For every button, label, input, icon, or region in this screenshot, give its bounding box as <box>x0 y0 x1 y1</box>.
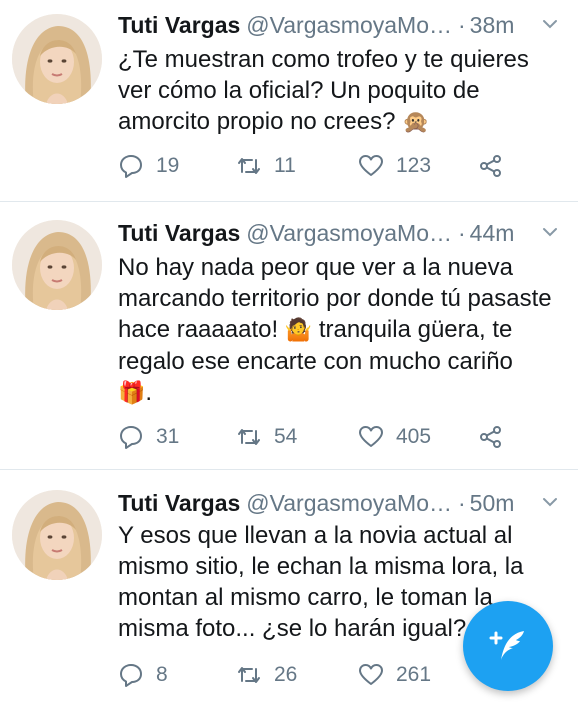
tweet[interactable]: Tuti Vargas @VargasmoyaMo… · 38m ¿Te mue… <box>0 0 578 202</box>
gift-emoji-icon: 🎁 <box>118 381 146 406</box>
timestamp[interactable]: 38m <box>470 12 515 39</box>
retweet-button[interactable]: 54 <box>236 424 297 450</box>
reply-icon <box>120 664 142 687</box>
author-handle[interactable]: @VargasmoyaMo… <box>246 12 452 39</box>
separator: · <box>458 489 466 516</box>
retweet-count: 26 <box>274 663 298 686</box>
reply-icon <box>120 155 142 178</box>
chevron-down-icon[interactable] <box>540 14 560 34</box>
separator: · <box>458 219 466 246</box>
text-line: amorcito propio no crees? 🙊 <box>118 106 560 138</box>
share-icon <box>480 155 501 177</box>
reply-icon <box>120 426 142 449</box>
shrug-emoji-icon: 🤷 <box>284 318 313 343</box>
heart-icon <box>359 426 383 447</box>
text-line: regalo ese encarte con mucho cariño <box>118 348 513 375</box>
chevron-down-icon[interactable] <box>540 222 560 242</box>
tweet-header: Tuti Vargas @VargasmoyaMo… · 50m <box>118 488 562 518</box>
retweet-icon <box>238 667 260 683</box>
share-icon <box>480 426 501 448</box>
compose-tweet-button[interactable] <box>463 601 553 691</box>
text-segment: hace raaaaato! <box>118 316 279 343</box>
chevron-down-icon[interactable] <box>540 492 560 512</box>
text-line: ver cómo la oficial? Un poquito de <box>118 77 480 104</box>
text-segment: tranquila güera, te <box>318 316 513 343</box>
reply-button[interactable]: 31 <box>118 424 179 450</box>
like-count: 261 <box>396 663 432 686</box>
like-button[interactable]: 405 <box>358 424 431 450</box>
retweet-button[interactable]: 26 <box>236 662 297 688</box>
text-line: marcando territorio por donde tú pasaste <box>118 285 552 312</box>
retweet-count: 54 <box>274 425 298 448</box>
reply-button[interactable]: 8 <box>118 662 168 688</box>
text-line: mismo sitio, le echan la misma lora, la <box>118 553 524 580</box>
monkey-emoji-icon: 🙊 <box>402 110 430 135</box>
timestamp[interactable]: 44m <box>470 220 515 247</box>
retweet-count: 11 <box>274 154 296 177</box>
text-line: ¿Te muestran como trofeo y te quieres <box>118 46 529 73</box>
retweet-button[interactable]: 11 <box>236 153 296 179</box>
reply-count: 8 <box>156 663 168 686</box>
like-count: 405 <box>396 425 432 448</box>
share-button[interactable] <box>478 424 516 450</box>
avatar[interactable] <box>12 220 102 310</box>
like-count: 123 <box>396 154 432 177</box>
timestamp[interactable]: 50m <box>470 490 515 517</box>
avatar[interactable] <box>12 490 102 580</box>
avatar[interactable] <box>12 14 102 104</box>
text-segment: amorcito propio no crees? <box>118 108 396 135</box>
author-handle[interactable]: @VargasmoyaMo… <box>246 490 452 517</box>
text-line: No hay nada peor que ver a la nueva <box>118 254 513 281</box>
like-button[interactable]: 123 <box>358 153 431 179</box>
tweet-actions: 19 11 123 <box>118 153 518 183</box>
reply-count: 31 <box>156 425 180 448</box>
tweet-text: No hay nada peor que ver a la nueva marc… <box>118 252 560 409</box>
text-line: Y esos que llevan a la novia actual al <box>118 522 513 549</box>
tweet-header: Tuti Vargas @VargasmoyaMo… · 38m <box>118 10 562 40</box>
reply-button[interactable]: 19 <box>118 153 179 179</box>
tweet-header: Tuti Vargas @VargasmoyaMo… · 44m <box>118 218 562 248</box>
text-line: 🎁. <box>118 377 560 409</box>
author-name[interactable]: Tuti Vargas <box>118 220 240 247</box>
share-button[interactable] <box>478 153 516 179</box>
author-name[interactable]: Tuti Vargas <box>118 12 240 39</box>
like-button[interactable]: 261 <box>358 662 431 688</box>
tweet-text: ¿Te muestran como trofeo y te quieres ve… <box>118 44 560 138</box>
text-line: hace raaaaato! 🤷 tranquila güera, te <box>118 314 560 346</box>
heart-icon <box>359 664 383 685</box>
retweet-icon <box>238 429 260 445</box>
separator: · <box>458 11 466 38</box>
retweet-icon <box>238 158 260 174</box>
tweet[interactable]: Tuti Vargas @VargasmoyaMo… · 44m No hay … <box>0 202 578 470</box>
author-handle[interactable]: @VargasmoyaMo… <box>246 220 452 247</box>
reply-count: 19 <box>156 154 180 177</box>
tweet-actions: 31 54 405 <box>118 424 518 454</box>
compose-tweet-icon <box>489 631 524 660</box>
tweet-actions: 8 26 261 <box>118 662 518 692</box>
text-segment: . <box>145 379 153 406</box>
heart-icon <box>359 155 383 176</box>
author-name[interactable]: Tuti Vargas <box>118 490 240 517</box>
